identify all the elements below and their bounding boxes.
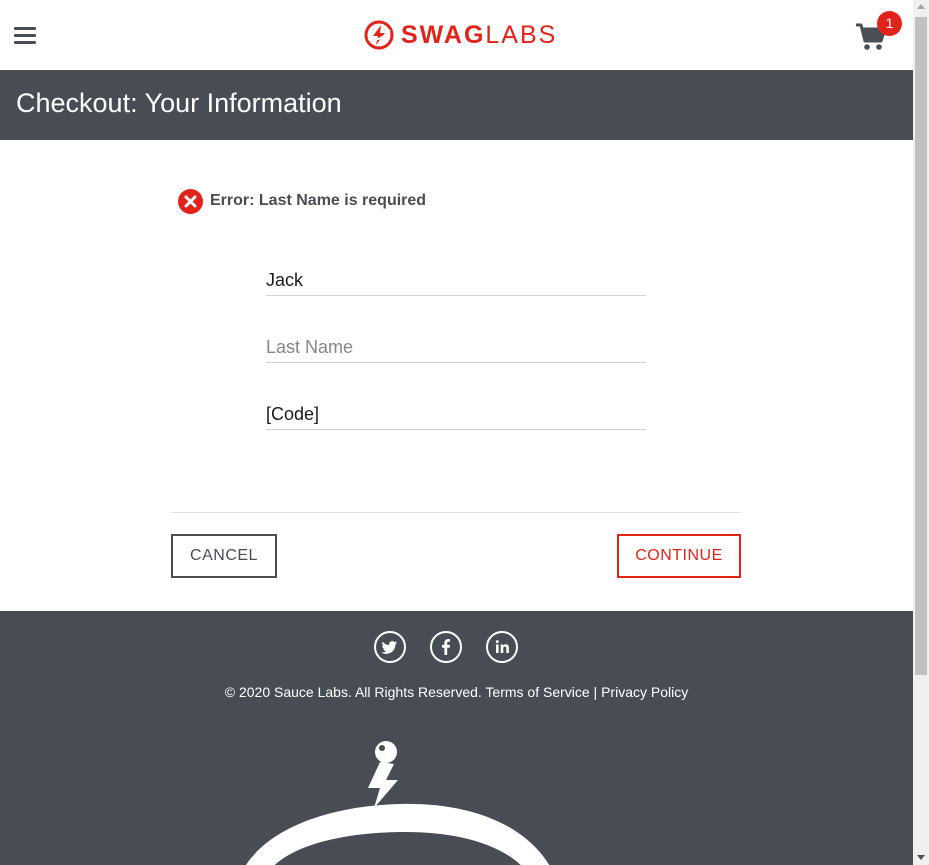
linkedin-icon bbox=[495, 640, 509, 653]
scroll-up-arrow-icon[interactable] bbox=[917, 4, 925, 9]
error-message: Error: Last Name is required bbox=[178, 188, 426, 214]
brand-name: SWAGLABS bbox=[401, 21, 558, 49]
swaglabs-logo-icon bbox=[364, 20, 394, 50]
hamburger-icon bbox=[14, 27, 36, 30]
page-title-bar: Checkout: Your Information bbox=[0, 70, 913, 140]
continue-button[interactable]: CONTINUE bbox=[617, 534, 741, 578]
cancel-button[interactable]: CANCEL bbox=[171, 534, 277, 578]
page-title: Checkout: Your Information bbox=[16, 88, 342, 118]
cart-count-badge: 1 bbox=[877, 11, 902, 36]
first-name-input[interactable] bbox=[266, 266, 646, 296]
app-header: SWAGLABS 1 bbox=[0, 0, 913, 70]
facebook-link[interactable] bbox=[430, 631, 462, 663]
footer-copyright: © 2020 Sauce Labs. All Rights Reserved. … bbox=[224, 684, 689, 700]
scrollbar-thumb[interactable] bbox=[915, 17, 927, 675]
hamburger-menu-button[interactable] bbox=[14, 27, 36, 45]
error-x-icon[interactable] bbox=[178, 188, 203, 214]
vertical-scrollbar[interactable] bbox=[913, 0, 929, 865]
linkedin-link[interactable] bbox=[486, 631, 518, 663]
app-logo: SWAGLABS bbox=[364, 20, 557, 50]
postal-code-input[interactable] bbox=[266, 400, 646, 430]
twitter-link[interactable] bbox=[374, 631, 406, 663]
twitter-icon bbox=[381, 641, 397, 654]
facebook-icon bbox=[442, 639, 451, 655]
scroll-down-arrow-icon[interactable] bbox=[917, 855, 925, 860]
error-text: Error: Last Name is required bbox=[210, 192, 427, 209]
form-divider bbox=[171, 512, 741, 513]
sauce-bot-illustration-icon bbox=[246, 741, 550, 865]
last-name-input[interactable] bbox=[266, 333, 646, 363]
footer: © 2020 Sauce Labs. All Rights Reserved. … bbox=[0, 611, 913, 865]
